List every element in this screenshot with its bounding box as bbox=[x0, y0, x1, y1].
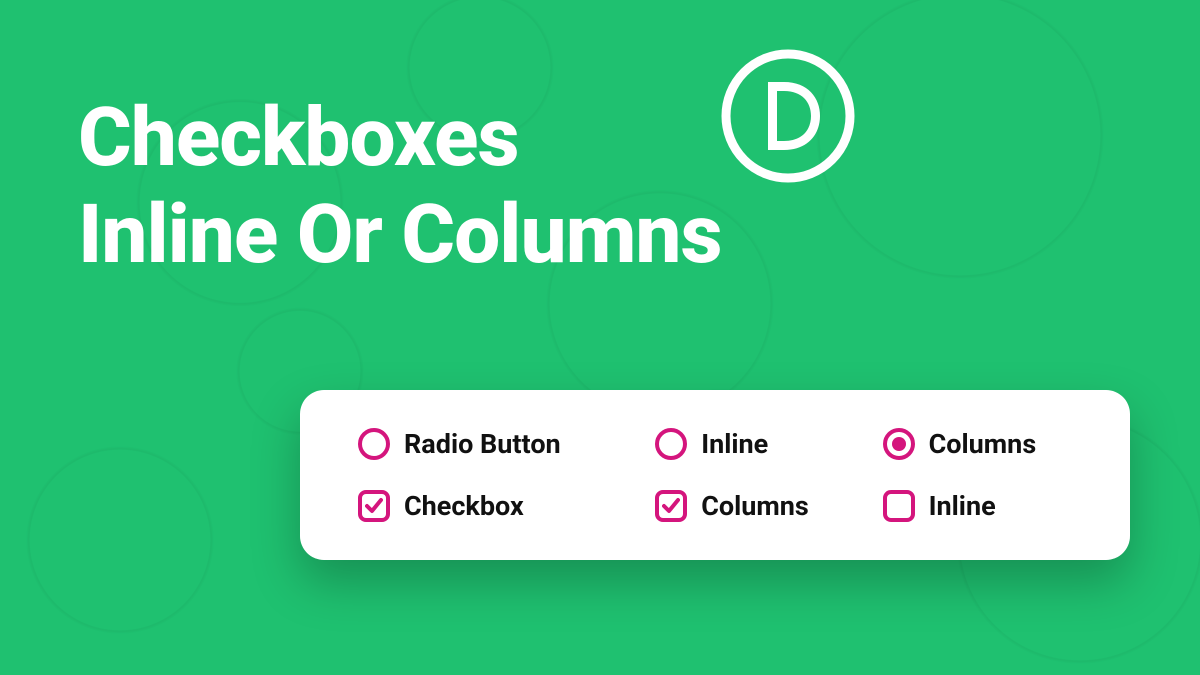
checkbox-label: Columns bbox=[701, 490, 809, 522]
radio-label: Columns bbox=[929, 428, 1037, 460]
radio-label: Radio Button bbox=[404, 428, 561, 460]
page-title: Checkboxes Inline Or Columns bbox=[78, 90, 722, 284]
checkbox-option-inline[interactable]: Inline bbox=[883, 490, 1082, 522]
checkbox-label: Inline bbox=[929, 490, 996, 522]
checkbox-label: Checkbox bbox=[404, 490, 524, 522]
checkbox-option-columns[interactable]: Columns bbox=[655, 490, 834, 522]
checkbox-icon-checked bbox=[655, 490, 687, 522]
radio-option-inline[interactable]: Inline bbox=[655, 428, 834, 460]
radio-label: Inline bbox=[701, 428, 768, 460]
radio-row: Radio Button Inline Columns bbox=[358, 428, 1082, 460]
checkbox-icon-checked bbox=[358, 490, 390, 522]
checkbox-row: Checkbox Columns Inline bbox=[358, 490, 1082, 522]
radio-icon bbox=[655, 428, 687, 460]
options-card: Radio Button Inline Columns Checkbox Col… bbox=[300, 390, 1130, 560]
radio-option-columns[interactable]: Columns bbox=[883, 428, 1082, 460]
radio-icon-selected bbox=[883, 428, 915, 460]
checkbox-option-checkbox[interactable]: Checkbox bbox=[358, 490, 607, 522]
radio-icon bbox=[358, 428, 390, 460]
radio-option-radio-button[interactable]: Radio Button bbox=[358, 428, 607, 460]
title-line-1: Checkboxes bbox=[78, 90, 722, 187]
title-line-2: Inline Or Columns bbox=[78, 187, 722, 284]
divi-logo-icon bbox=[720, 48, 856, 184]
checkbox-icon bbox=[883, 490, 915, 522]
